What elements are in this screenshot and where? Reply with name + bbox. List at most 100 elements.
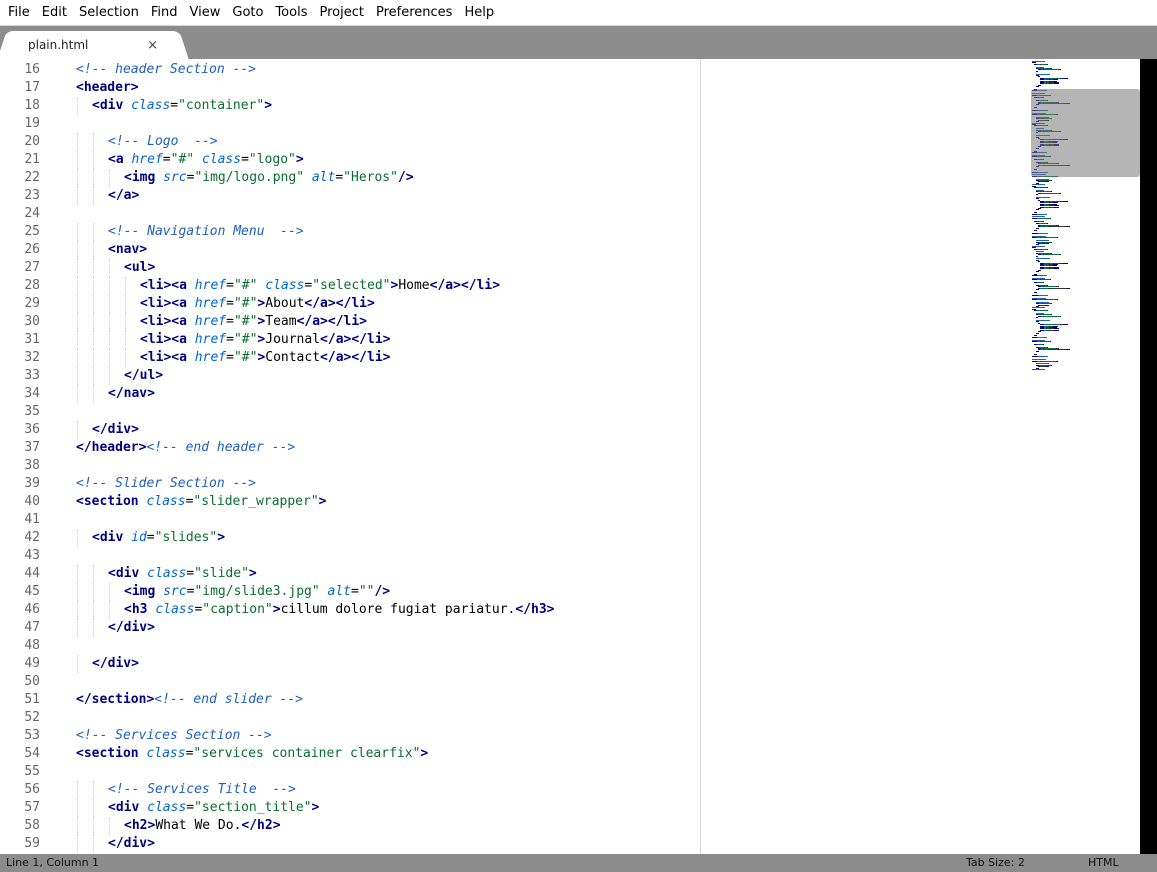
syntax-indicator[interactable]: HTML xyxy=(1088,854,1119,872)
code-line[interactable]: <li><a href="#">About</a></li> xyxy=(140,295,375,313)
indent-guide xyxy=(77,529,78,547)
code-line[interactable]: </div> xyxy=(108,835,155,853)
code-token: cillum dolore fugiat pariatur. xyxy=(280,602,516,617)
code-line[interactable]: <!-- Services Section --> xyxy=(76,727,272,745)
minimap[interactable] xyxy=(1030,59,1140,854)
code-line[interactable]: <li><a href="#" class="selected">Home</a… xyxy=(140,277,500,295)
indent-guide xyxy=(93,331,94,349)
code-line[interactable]: <h3 class="caption">cillum dolore fugiat… xyxy=(124,601,555,619)
code-line[interactable]: <li><a href="#">Journal</a></li> xyxy=(140,331,391,349)
line-number: 50 xyxy=(24,674,40,689)
code-line[interactable]: <section class="services container clear… xyxy=(76,745,428,763)
code-line[interactable]: <img src="img/slide3.jpg" alt=""/> xyxy=(124,583,390,601)
tab-size-indicator[interactable]: Tab Size: 2 xyxy=(966,854,1025,872)
line-number: 59 xyxy=(24,836,40,851)
minimap-viewport[interactable] xyxy=(1031,89,1140,177)
code-line[interactable]: <div class="section_title"> xyxy=(108,799,319,817)
code-line[interactable]: <li><a href="#">Team</a></li> xyxy=(140,313,367,331)
code-token: = xyxy=(226,314,234,329)
minimap-stroke xyxy=(1044,315,1052,317)
minimap-stroke xyxy=(1050,226,1067,228)
code-editor[interactable]: 16 17 18 19 20 21 22 23 24 25 26 27 28 29 30 31 32 33 34 35… xyxy=(0,59,1157,854)
code-line[interactable]: <ul> xyxy=(124,259,155,277)
menu-tools[interactable]: Tools xyxy=(269,0,313,26)
minimap-stroke xyxy=(1060,315,1061,317)
indent-guide xyxy=(93,565,94,583)
code-line[interactable]: </a> xyxy=(108,187,139,205)
code-token: href xyxy=(194,314,227,329)
code-line[interactable]: <section class="slider_wrapper"> xyxy=(76,493,326,511)
code-line[interactable]: </section><!-- end slider --> xyxy=(76,691,303,709)
code-line[interactable]: </div> xyxy=(92,655,139,673)
menu-file[interactable]: File xyxy=(0,0,36,26)
minimap-stroke xyxy=(1041,217,1050,219)
code-line[interactable]: </div> xyxy=(108,619,155,637)
indent-guide xyxy=(77,799,78,817)
tab-label: plain.html xyxy=(28,38,89,52)
indent-guide xyxy=(125,313,126,331)
code-line[interactable]: <a href="#" class="logo"> xyxy=(108,151,304,169)
code-token: /> xyxy=(374,584,391,599)
code-line[interactable]: </header><!-- end header --> xyxy=(76,439,295,457)
menu-preferences[interactable]: Preferences xyxy=(370,0,458,26)
menu-goto[interactable]: Goto xyxy=(226,0,269,26)
menu-bar: File Edit Selection Find View Goto Tools Projec… xyxy=(0,0,1157,26)
code-line[interactable]: <nav> xyxy=(108,241,147,259)
code-line[interactable]: <div class="container"> xyxy=(92,97,272,115)
indent-guide xyxy=(109,259,110,277)
indent-guide xyxy=(109,169,110,187)
line-number: 49 xyxy=(24,656,40,671)
indent-guide xyxy=(77,313,78,331)
code-line[interactable]: <li><a href="#">Contact</a></li> xyxy=(140,349,391,367)
indent-guide xyxy=(77,583,78,601)
code-area[interactable]: <!-- header Section --> <header> <div clas… xyxy=(60,59,1020,854)
menu-selection[interactable]: Selection xyxy=(73,0,145,26)
minimap-stroke xyxy=(1050,279,1051,281)
menu-help[interactable]: Help xyxy=(458,0,500,26)
minimap-stroke xyxy=(1050,217,1051,219)
code-line[interactable]: <img src="img/logo.png" alt="Heros"/> xyxy=(124,169,414,187)
code-line[interactable]: <!-- header Section --> xyxy=(76,61,256,79)
close-icon[interactable]: × xyxy=(147,38,158,53)
tab-plain-html[interactable]: plain.html × xyxy=(10,31,176,59)
menu-project[interactable]: Project xyxy=(313,0,369,26)
code-line[interactable]: </nav> xyxy=(108,385,155,403)
code-line[interactable]: <div class="slide"> xyxy=(108,565,257,583)
menu-view[interactable]: View xyxy=(184,0,227,26)
indent-guide xyxy=(109,331,110,349)
code-line[interactable]: <!-- Navigation Menu --> xyxy=(108,223,304,241)
code-line[interactable]: <h2>What We Do.</h2> xyxy=(124,817,281,835)
code-line[interactable]: <div id="slides"> xyxy=(92,529,225,547)
code-token: "#" xyxy=(233,350,258,365)
vertical-scrollbar[interactable] xyxy=(1140,59,1157,854)
code-token: /> xyxy=(397,170,414,185)
minimap-stroke xyxy=(1050,341,1051,342)
menu-edit[interactable]: Edit xyxy=(36,0,73,26)
code-token: </h2> xyxy=(241,818,281,833)
indent-guide xyxy=(77,421,78,439)
indent-guide xyxy=(77,619,78,637)
code-line[interactable]: </div> xyxy=(92,421,139,439)
code-token: "img/logo.png" xyxy=(194,170,305,185)
minimap-stroke xyxy=(1034,230,1037,232)
code-token: <nav> xyxy=(108,242,148,257)
code-line[interactable]: <!-- Logo --> xyxy=(108,133,218,151)
menu-find[interactable]: Find xyxy=(145,0,184,26)
code-line[interactable]: <!-- Services Title --> xyxy=(108,781,296,799)
code-token: class xyxy=(155,602,195,617)
code-line[interactable]: </ul> xyxy=(124,367,163,385)
minimap-stroke xyxy=(1047,63,1048,65)
code-line[interactable]: <!-- Slider Section --> xyxy=(76,475,256,493)
code-line[interactable]: <header> xyxy=(76,79,139,97)
minimap-stroke xyxy=(1043,282,1044,284)
code-token: class xyxy=(131,98,171,113)
indent-guide xyxy=(77,259,78,277)
code-token: <!-- Navigation Menu --> xyxy=(108,224,304,239)
indent-guide xyxy=(109,313,110,331)
code-token: = xyxy=(186,566,195,581)
line-number: 24 xyxy=(24,206,40,221)
code-token: </a> xyxy=(108,188,140,203)
line-number: 39 xyxy=(24,476,40,491)
line-number: 55 xyxy=(24,764,40,779)
